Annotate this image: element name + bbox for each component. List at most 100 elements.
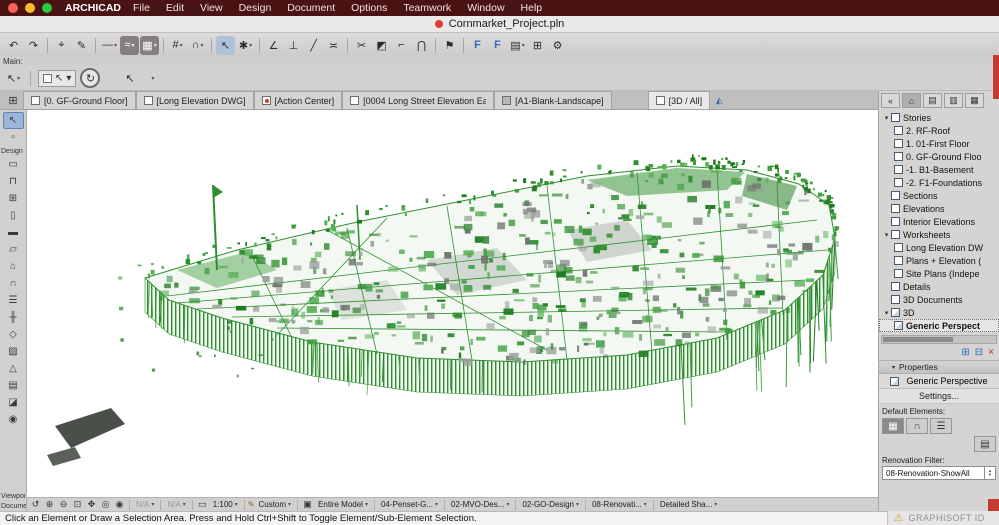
trim-button[interactable]: ✂	[352, 36, 371, 55]
orbit-mode-button[interactable]: ↻	[80, 68, 101, 88]
tree-item-details[interactable]: Details	[879, 280, 999, 293]
undo-button[interactable]: ↶	[4, 36, 23, 55]
lamp-tool[interactable]: ◉	[3, 411, 24, 428]
shell-tool[interactable]: ∩	[3, 275, 24, 292]
tree-item-plans-elevation[interactable]: Plans + Elevation (	[879, 254, 999, 267]
tree-item-foundations[interactable]: -2. F1-Foundations	[879, 176, 999, 189]
tree-item-3d-documents[interactable]: 3D Documents	[879, 293, 999, 306]
menu-help[interactable]: Help	[513, 2, 551, 14]
snap-guides-button[interactable]: ↖	[216, 35, 236, 55]
wall-tool[interactable]: ▭	[3, 156, 24, 173]
tab-3d-all[interactable]: [3D / All]	[647, 91, 711, 109]
perpendicular-button[interactable]: ⊥	[284, 36, 303, 55]
polyline-tool-dropdown[interactable]: ≈ ▾	[120, 35, 140, 55]
mesh-tool[interactable]: △	[3, 360, 24, 377]
graphisoft-id-area[interactable]: ⚠ GRAPHISOFT ID	[887, 511, 999, 525]
tree-item-ground-floor[interactable]: 0. GF-Ground Floo	[879, 150, 999, 163]
explore-button[interactable]: ◉	[113, 499, 126, 510]
pen-set-combo[interactable]: 04-Penset-G... ▾	[378, 500, 441, 509]
intersect-button[interactable]: ⋂	[412, 36, 431, 55]
model-filter-combo[interactable]: Entire Model ▾	[315, 500, 371, 509]
split-button[interactable]: ◩	[372, 36, 391, 55]
settings-button[interactable]: Settings...	[879, 389, 999, 404]
angle-constraint-button[interactable]: ∠	[264, 36, 283, 55]
tree-item-first-floor[interactable]: 1. 01-First Floor	[879, 137, 999, 150]
quick-views-button[interactable]: ◭	[710, 91, 728, 109]
roof-tool[interactable]: ⌂	[3, 258, 24, 275]
sheet-dropdown[interactable]: ▤ ▾	[508, 36, 527, 55]
minimize-window-button[interactable]	[25, 3, 35, 13]
beam-tool[interactable]: ▬	[3, 224, 24, 241]
zoom-preset-combo[interactable]: Custom ▾	[255, 500, 294, 509]
line-tool-dropdown[interactable]: — ▾	[100, 36, 119, 55]
wall-default-button[interactable]: ▦	[882, 418, 904, 434]
properties-header[interactable]: ▾ Properties	[879, 360, 999, 374]
tab-layout-a1-blank[interactable]: [A1-Blank-Landscape]	[494, 91, 612, 109]
view-map-button[interactable]: ▤	[923, 93, 942, 108]
arrow-options-dropdown[interactable]: ▾	[143, 69, 162, 88]
arrow-tool-button[interactable]: ↖	[120, 69, 139, 88]
flag-button[interactable]: ⚑	[440, 36, 459, 55]
fit-in-window-button[interactable]: ⊡	[71, 499, 84, 510]
edge-scrollbar-red[interactable]	[993, 55, 999, 99]
zoom-in-button[interactable]: ⊕	[43, 499, 56, 510]
favorites-alt-button[interactable]: F	[488, 36, 507, 55]
orbit-button[interactable]: ◎	[99, 499, 112, 510]
clone-folder-button[interactable]: ⊟	[975, 347, 983, 358]
schedule-button[interactable]: ⊞	[528, 36, 547, 55]
tree-item-3d[interactable]: ▾ 3D	[879, 306, 999, 319]
3d-style-combo[interactable]: Detailed Sha... ▾	[657, 500, 721, 509]
stair-tool[interactable]: ☰	[3, 292, 24, 309]
parallel-button[interactable]: ╱	[304, 36, 323, 55]
scale-combo[interactable]: 1:100 ▾	[210, 500, 241, 509]
tab-long-elevation-dwg[interactable]: [Long Elevation DWG]	[135, 91, 254, 109]
column-tool[interactable]: ▯	[3, 207, 24, 224]
adjust-button[interactable]: ⌐	[392, 36, 411, 55]
tree-item-sections[interactable]: Sections	[879, 189, 999, 202]
tree-horizontal-scrollbar[interactable]	[881, 335, 997, 344]
object-tool[interactable]: ◪	[3, 394, 24, 411]
floor-plan-cut-combo[interactable]: N/A ▾	[133, 500, 157, 509]
arrow-tool[interactable]: ↖	[2, 112, 24, 129]
tree-item-long-elevation-dwg[interactable]: Long Elevation DW	[879, 241, 999, 254]
tab-action-center[interactable]: [Action Center]	[253, 91, 343, 109]
scrollbar-thumb[interactable]	[883, 337, 953, 342]
redo-button[interactable]: ↷	[24, 36, 43, 55]
publisher-button[interactable]: ▦	[965, 93, 984, 108]
chevron-down-icon[interactable]: ▾	[882, 231, 891, 239]
previous-zoom-button[interactable]: ↺	[29, 499, 42, 510]
settings-button[interactable]: ⚙	[548, 36, 567, 55]
model-view-options-combo[interactable]: 02-MVO-Des... ▾	[448, 500, 512, 509]
select-split-button[interactable]: ↖ ▾	[4, 69, 23, 88]
stair-default-button[interactable]: ☰	[930, 418, 952, 434]
menu-window[interactable]: Window	[459, 2, 512, 14]
tab-ground-floor[interactable]: [0. GF-Ground Floor]	[23, 91, 136, 109]
guide-lines-dropdown[interactable]: ✱ ▾	[236, 36, 255, 55]
menu-design[interactable]: Design	[231, 2, 280, 14]
door-tool[interactable]: ⊓	[3, 173, 24, 190]
morph-tool[interactable]: ◇	[3, 326, 24, 343]
renovation-filter-select[interactable]: 08-Renovation-ShowAll ▲ ▼	[882, 466, 996, 480]
menu-view[interactable]: View	[192, 2, 231, 14]
close-window-button[interactable]	[8, 3, 18, 13]
zoom-out-button[interactable]: ⊖	[57, 499, 70, 510]
pickup-parameters-button[interactable]: ⌖	[52, 36, 71, 55]
zoom-window-button[interactable]	[42, 3, 52, 13]
menu-document[interactable]: Document	[279, 2, 343, 14]
railing-tool[interactable]: ╫	[3, 309, 24, 326]
app-menu[interactable]: ARCHICAD	[65, 2, 121, 14]
tree-item-site-plans[interactable]: Site Plans (Indepe	[879, 267, 999, 280]
grid-snap-dropdown[interactable]: # ▾	[168, 36, 187, 55]
tree-item-rf-roof[interactable]: 2. RF-Roof	[879, 124, 999, 137]
selection-mode-combo[interactable]: ↖ ▾	[38, 69, 77, 87]
corner-resize-red[interactable]	[988, 499, 999, 511]
tree-item-interior-elevations[interactable]: Interior Elevations	[879, 215, 999, 228]
current-view-row[interactable]: Generic Perspective	[879, 374, 999, 389]
menu-edit[interactable]: Edit	[158, 2, 192, 14]
delete-viewpoint-button[interactable]: ×	[988, 347, 994, 358]
marquee-tool[interactable]: ▫	[3, 129, 24, 146]
pan-button[interactable]: ✥	[85, 499, 98, 510]
favorites-button[interactable]: F	[468, 36, 487, 55]
layout-book-button[interactable]: ▥	[944, 93, 963, 108]
slab-tool[interactable]: ▱	[3, 241, 24, 258]
